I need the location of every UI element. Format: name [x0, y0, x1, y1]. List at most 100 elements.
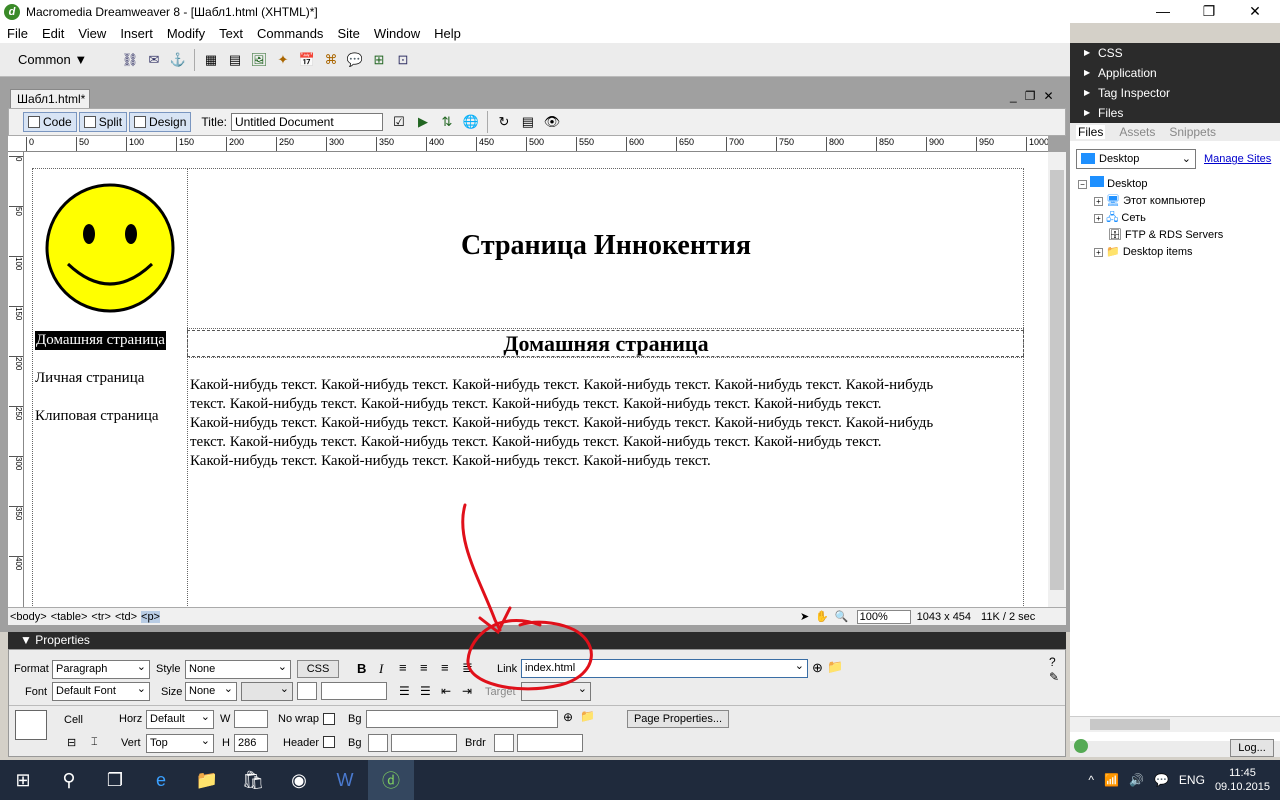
comment-icon[interactable]: 💬	[345, 50, 365, 70]
bg-browse-folder-icon[interactable]: 📁	[580, 709, 595, 723]
nav-link-clips[interactable]: Клиповая страница	[35, 408, 159, 425]
merge-cells-icon[interactable]: ⊟	[67, 736, 76, 749]
style-select[interactable]: None	[185, 659, 291, 679]
bg-color-picker[interactable]	[368, 734, 388, 752]
preview-icon[interactable]: ▶	[413, 112, 433, 132]
task-view-icon[interactable]: ❐	[92, 760, 138, 800]
menu-file[interactable]: File	[0, 26, 35, 41]
menu-modify[interactable]: Modify	[160, 26, 212, 41]
bg-color-input[interactable]	[391, 734, 457, 752]
quick-tag-editor-icon[interactable]: ✎	[1049, 670, 1059, 684]
nav-link-home[interactable]: Домашняя страница	[35, 331, 166, 350]
ordered-list-icon[interactable]: ☰	[420, 684, 431, 698]
files-panel-header[interactable]: Files	[1070, 103, 1280, 123]
menu-text[interactable]: Text	[212, 26, 250, 41]
tag-inspector-panel-header[interactable]: Tag Inspector	[1070, 83, 1280, 103]
hand-tool-icon[interactable]: ✋	[815, 610, 829, 623]
file-explorer-icon[interactable]: 📁	[184, 760, 230, 800]
doc-close-icon[interactable]: ✕	[1043, 89, 1053, 107]
application-panel-header[interactable]: Application	[1070, 63, 1280, 83]
document-title-input[interactable]: Untitled Document	[230, 113, 383, 131]
named-anchor-icon[interactable]: ⚓	[168, 50, 188, 70]
store-icon[interactable]: 🛍	[230, 760, 276, 800]
network-tray-icon[interactable]: 📶	[1104, 773, 1119, 787]
chrome-icon[interactable]: ◉	[276, 760, 322, 800]
edge-browser-icon[interactable]: e	[138, 760, 184, 800]
notifications-icon[interactable]: 💬	[1154, 773, 1169, 787]
word-icon[interactable]: W	[322, 760, 368, 800]
bg-point-to-file-icon[interactable]: ⊕	[563, 710, 573, 724]
menu-insert[interactable]: Insert	[113, 26, 160, 41]
help-icon[interactable]: ?	[1049, 655, 1056, 669]
view-options-icon[interactable]: ▤	[518, 112, 538, 132]
tag-body[interactable]: <body>	[10, 611, 47, 623]
align-center-icon[interactable]: ≡	[420, 660, 428, 675]
search-icon[interactable]: ⚲	[46, 760, 92, 800]
server-include-icon[interactable]: ⌘	[321, 50, 341, 70]
css-button[interactable]: CSS	[297, 660, 339, 678]
tree-item-ftp[interactable]: 🗄 FTP & RDS Servers	[1078, 227, 1223, 244]
tree-item-computer[interactable]: + 🖥 Этот компьютер	[1078, 193, 1223, 210]
date-icon[interactable]: 📅	[297, 50, 317, 70]
file-management-icon[interactable]: ⇅	[437, 112, 457, 132]
media-icon[interactable]: ✦	[273, 50, 293, 70]
dreamweaver-taskbar-icon[interactable]: ⓓ	[368, 760, 414, 800]
code-view-button[interactable]: Code	[23, 112, 77, 132]
site-select[interactable]: Desktop ⌄	[1076, 149, 1196, 169]
bg-image-input[interactable]	[366, 710, 558, 728]
scrollbar-thumb[interactable]	[1050, 170, 1064, 590]
font-select[interactable]: Default Font	[52, 681, 150, 701]
cell-height-input[interactable]: 286	[234, 734, 268, 752]
page-subheading[interactable]: Домашняя страница	[188, 331, 1024, 357]
point-to-file-icon[interactable]: ⊕	[812, 660, 823, 676]
bold-button[interactable]: B	[357, 661, 366, 676]
tab-files[interactable]: Files	[1076, 125, 1106, 139]
maximize-button[interactable]: ❐	[1186, 0, 1232, 23]
css-panel-header[interactable]: CSS	[1070, 43, 1280, 63]
menu-window[interactable]: Window	[367, 26, 427, 41]
size-select[interactable]: None	[185, 681, 237, 701]
tree-item-desktop-items[interactable]: + 📁 Desktop items	[1078, 244, 1223, 261]
visual-aids-icon[interactable]: 👁	[542, 112, 562, 132]
head-icon[interactable]: ⊞	[369, 50, 389, 70]
div-icon[interactable]: ▤	[225, 50, 245, 70]
tab-snippets[interactable]: Snippets	[1169, 125, 1216, 139]
tag-td[interactable]: <td>	[115, 611, 137, 623]
image-icon[interactable]: 🖼	[249, 50, 269, 70]
minimize-button[interactable]: —	[1140, 0, 1186, 23]
tag-tr[interactable]: <tr>	[91, 611, 111, 623]
validate-icon[interactable]: ☑	[389, 112, 409, 132]
browse-folder-icon[interactable]: 📁	[827, 659, 843, 675]
menu-help[interactable]: Help	[427, 26, 468, 41]
tag-p[interactable]: <p>	[141, 610, 160, 623]
unordered-list-icon[interactable]: ☰	[399, 684, 410, 698]
insert-category-select[interactable]: Common ▼	[18, 52, 118, 67]
page-properties-button[interactable]: Page Properties...	[627, 710, 729, 728]
text-color-picker[interactable]	[297, 682, 317, 700]
text-color-input[interactable]	[321, 682, 387, 700]
nowrap-checkbox[interactable]	[323, 713, 335, 725]
script-icon[interactable]: ⊡	[393, 50, 413, 70]
window-size-select[interactable]: 1043 x 454	[917, 611, 971, 623]
menu-site[interactable]: Site	[330, 26, 366, 41]
split-cell-icon[interactable]: ⌶	[91, 736, 98, 749]
tree-item-network[interactable]: + 🖧 Сеть	[1078, 210, 1223, 227]
border-color-picker[interactable]	[494, 734, 514, 752]
doc-restore-icon[interactable]: ❐	[1025, 89, 1036, 107]
clock[interactable]: 11:45 09.10.2015	[1215, 766, 1270, 794]
email-link-icon[interactable]: ✉	[144, 50, 164, 70]
canvas-vertical-scrollbar[interactable]	[1048, 152, 1066, 607]
tag-table[interactable]: <table>	[51, 611, 88, 623]
refresh-icon[interactable]: ↻	[494, 112, 514, 132]
document-tab[interactable]: Шабл1.html*	[10, 89, 90, 108]
zoom-select[interactable]: 100%	[856, 609, 911, 624]
align-left-icon[interactable]: ≡	[399, 660, 407, 675]
table-icon[interactable]: ▦	[201, 50, 221, 70]
select-tool-icon[interactable]: ➤	[800, 610, 809, 623]
tree-item-desktop[interactable]: − Desktop	[1078, 176, 1223, 193]
volume-icon[interactable]: 🔊	[1129, 773, 1144, 787]
menu-edit[interactable]: Edit	[35, 26, 71, 41]
close-button[interactable]: ✕	[1232, 0, 1278, 23]
tab-assets[interactable]: Assets	[1119, 125, 1155, 139]
menu-view[interactable]: View	[71, 26, 113, 41]
